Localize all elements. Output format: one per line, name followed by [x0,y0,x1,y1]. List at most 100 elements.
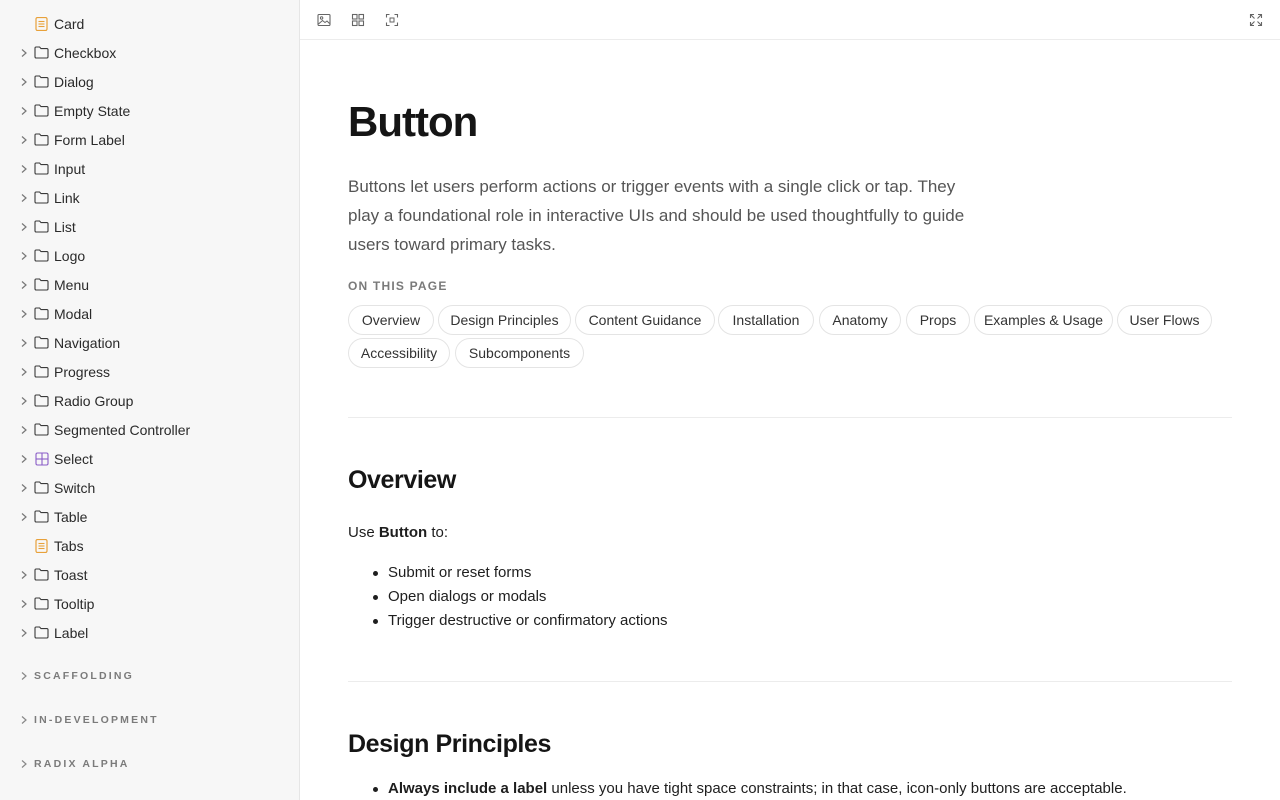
sidebar-item-label: Menu [54,276,90,293]
folder-icon [34,74,49,89]
chevron-right-icon[interactable] [18,279,30,291]
select-frame-icon[interactable] [384,12,400,28]
sidebar-item-label: Checkbox [54,44,117,61]
chevron-right-icon[interactable] [18,250,30,262]
sidebar-item-checkbox[interactable]: Checkbox [0,38,299,67]
list-item: Always include a label unless you have t… [370,777,1127,800]
sidebar-item-label: Select [54,450,93,467]
sidebar-item-table[interactable]: Table [0,502,299,531]
section-label: SCAFFOLDING [34,670,135,682]
sidebar-item-modal[interactable]: Modal [0,299,299,328]
list-item: Submit or reset forms [370,561,668,585]
sidebar-item-radio-group[interactable]: Radio Group [0,386,299,415]
sidebar-section-radix-alpha[interactable]: RADIX ALPHA [0,752,299,776]
sidebar-item-segmented-controller[interactable]: Segmented Controller [0,415,299,444]
design-principles-list: Always include a label unless you have t… [370,777,1127,800]
chevron-right-icon[interactable] [18,627,30,639]
sidebar-item-label-folder[interactable]: Label [0,618,299,647]
overview-intro: Use Button to: [348,524,448,541]
chevron-right-icon[interactable] [18,221,30,233]
chevron-right-icon[interactable] [18,163,30,175]
document-icon [34,16,49,31]
sidebar-item-label: Dialog [54,73,94,90]
sidebar-item-label: Tooltip [54,595,95,612]
folder-icon [34,567,49,582]
sidebar-item-progress[interactable]: Progress [0,357,299,386]
sidebar-item-label: Table [54,508,88,525]
sidebar-item-input[interactable]: Input [0,154,299,183]
folder-icon [34,248,49,263]
chip-user-flows[interactable]: User Flows [1117,305,1212,335]
sidebar-item-list[interactable]: List [0,212,299,241]
page-title: Button [348,98,478,145]
sidebar-item-tooltip[interactable]: Tooltip [0,589,299,618]
sidebar-item-logo[interactable]: Logo [0,241,299,270]
chevron-right-icon[interactable] [18,453,30,465]
sidebar-item-label: Empty State [54,102,131,119]
sidebar-item-card[interactable]: Card [0,9,299,38]
chevron-right-icon[interactable] [18,395,30,407]
folder-icon [34,219,49,234]
chevron-right-icon[interactable] [18,337,30,349]
expand-icon[interactable] [1248,12,1264,28]
folder-icon [34,132,49,147]
chip-accessibility[interactable]: Accessibility [348,338,450,368]
sidebar: Card Checkbox Dialog Empty State Form La… [0,0,300,800]
chip-subcomponents[interactable]: Subcomponents [455,338,584,368]
chevron-right-icon[interactable] [18,482,30,494]
chevron-right-icon[interactable] [18,670,30,682]
chip-props[interactable]: Props [906,305,970,335]
chevron-right-icon[interactable] [18,105,30,117]
chevron-right-icon[interactable] [18,598,30,610]
sidebar-item-label: Logo [54,247,86,264]
chevron-right-icon[interactable] [18,758,30,770]
chip-installation[interactable]: Installation [718,305,814,335]
chip-content-guidance[interactable]: Content Guidance [575,305,715,335]
chip-anatomy[interactable]: Anatomy [819,305,901,335]
sidebar-item-link[interactable]: Link [0,183,299,212]
chip-examples-usage[interactable]: Examples & Usage [974,305,1113,335]
folder-icon [34,625,49,640]
sidebar-item-dialog[interactable]: Dialog [0,67,299,96]
folder-icon [34,277,49,292]
sidebar-section-in-development[interactable]: IN-DEVELOPMENT [0,708,299,732]
sidebar-item-label: Progress [54,363,111,380]
on-this-page-label: ON THIS PAGE [348,279,448,293]
folder-icon [34,596,49,611]
folder-icon [34,393,49,408]
chip-design-principles[interactable]: Design Principles [438,305,571,335]
folder-icon [34,161,49,176]
chevron-right-icon[interactable] [18,511,30,523]
sidebar-item-tabs[interactable]: Tabs [0,531,299,560]
chevron-right-icon[interactable] [18,569,30,581]
chevron-right-icon[interactable] [18,76,30,88]
sidebar-item-form-label[interactable]: Form Label [0,125,299,154]
chevron-right-icon[interactable] [18,47,30,59]
chip-overview[interactable]: Overview [348,305,434,335]
sidebar-item-navigation[interactable]: Navigation [0,328,299,357]
chevron-right-icon[interactable] [18,366,30,378]
section-label: RADIX ALPHA [34,758,130,770]
sidebar-item-label: Switch [54,479,96,496]
sidebar-item-select[interactable]: Select [0,444,299,473]
sidebar-item-switch[interactable]: Switch [0,473,299,502]
overview-list: Submit or reset forms Open dialogs or mo… [370,561,668,633]
chevron-right-icon[interactable] [18,308,30,320]
sidebar-item-menu[interactable]: Menu [0,270,299,299]
sidebar-item-empty-state[interactable]: Empty State [0,96,299,125]
principle-bold: Always include a label [388,780,548,797]
sidebar-item-label: Modal [54,305,93,322]
chevron-right-icon[interactable] [18,424,30,436]
sidebar-section-scaffolding[interactable]: SCAFFOLDING [0,664,299,688]
chevron-right-icon[interactable] [18,714,30,726]
chevron-right-icon[interactable] [18,192,30,204]
image-icon[interactable] [316,12,332,28]
sidebar-item-label: Form Label [54,131,125,148]
grid-icon[interactable] [350,12,366,28]
sidebar-item-toast[interactable]: Toast [0,560,299,589]
folder-icon [34,306,49,321]
chevron-right-icon[interactable] [18,134,30,146]
intro-bold: Button [378,524,428,541]
sidebar-item-label: Navigation [54,334,121,351]
intro-prefix: Use [348,524,379,541]
